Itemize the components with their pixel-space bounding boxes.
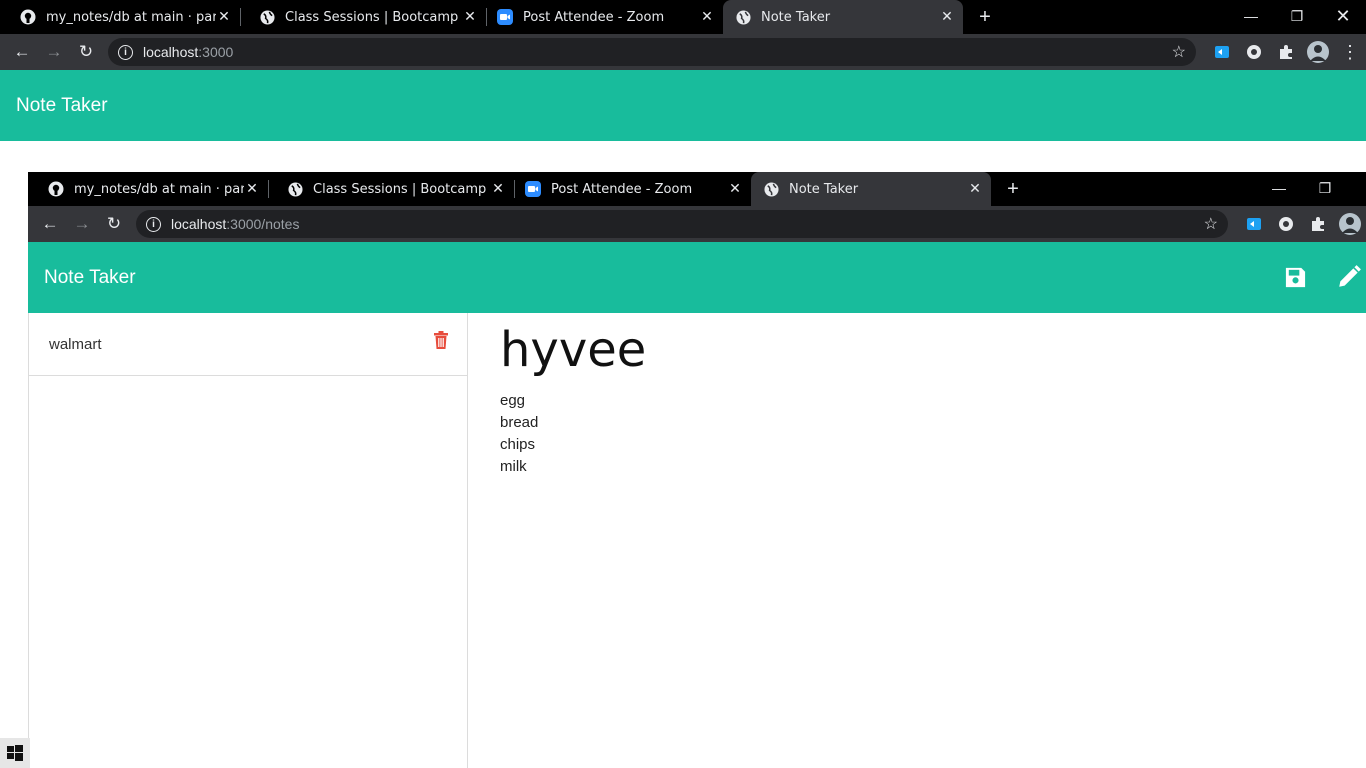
close-tab-icon[interactable]: ✕ [244, 181, 260, 197]
note-editor: hyvee egg bread chips milk [500, 322, 1340, 478]
forward-icon[interactable]: → [66, 208, 98, 240]
minimize-icon[interactable]: — [1228, 0, 1274, 32]
back-icon[interactable]: ← [34, 208, 66, 240]
globe-icon [259, 9, 275, 25]
close-tab-icon[interactable]: ✕ [699, 9, 715, 25]
info-icon[interactable]: i [146, 216, 161, 232]
close-window-icon[interactable]: ✕ [1320, 0, 1366, 32]
globe-icon [735, 9, 751, 25]
github-icon [48, 181, 64, 197]
reload-icon[interactable]: ↻ [70, 36, 102, 68]
outer-tab-bootcamp[interactable]: Class Sessions | Bootcamp Spot ✕ [241, 0, 486, 34]
outer-tab-github[interactable]: my_notes/db at main · parth167/ ✕ [0, 0, 240, 34]
inner-tab-zoom[interactable]: Post Attendee - Zoom ✕ [515, 172, 751, 206]
avatar[interactable] [1302, 36, 1334, 68]
outer-tab-strip: my_notes/db at main · parth167/ ✕ Class … [0, 0, 1366, 34]
inner-tab-strip: my_notes/db at main · parth167/ ✕ Class … [28, 172, 1366, 206]
note-line: bread [500, 414, 539, 431]
extension-icon[interactable] [1238, 208, 1270, 240]
minimize-icon[interactable]: — [1256, 172, 1302, 204]
outer-tab-note-taker[interactable]: Note Taker ✕ [723, 0, 963, 34]
new-note-pencil-icon[interactable] [1336, 264, 1362, 295]
globe-icon [287, 181, 303, 197]
back-icon[interactable]: ← [6, 36, 38, 68]
tab-title: Class Sessions | Bootcamp Spot [285, 9, 462, 25]
bookmark-star-icon[interactable]: ☆ [1204, 214, 1218, 234]
close-tab-icon[interactable]: ✕ [727, 181, 743, 197]
zoom-icon [497, 9, 513, 25]
inner-tab-github[interactable]: my_notes/db at main · parth167/ ✕ [28, 172, 268, 206]
new-tab-button[interactable]: + [999, 175, 1027, 203]
inner-toolbar: ← → ↻ i localhost:3000/notes ☆ [28, 206, 1366, 242]
close-tab-icon[interactable]: ✕ [967, 181, 983, 197]
note-line: milk [500, 458, 527, 475]
globe-icon [763, 181, 779, 197]
save-note-icon[interactable] [1284, 266, 1307, 294]
tab-title: Class Sessions | Bootcamp Spot [313, 181, 490, 197]
outer-app-header: Note Taker [0, 70, 1366, 141]
note-list-title: walmart [49, 335, 102, 353]
url-host: localhost [171, 216, 227, 232]
url-path: :3000/notes [226, 216, 300, 232]
close-tab-icon[interactable]: ✕ [462, 9, 478, 25]
list-item[interactable]: walmart [29, 313, 467, 376]
url-host: localhost [143, 44, 199, 60]
new-tab-button[interactable]: + [971, 3, 999, 31]
extension-icon[interactable] [1238, 36, 1270, 68]
window-controls: — ❐ [1256, 172, 1348, 204]
puzzle-icon[interactable] [1270, 36, 1302, 68]
note-line: egg [500, 392, 526, 409]
window-controls: — ❐ ✕ [1228, 0, 1366, 32]
avatar[interactable] [1334, 208, 1366, 240]
outer-tab-zoom[interactable]: Post Attendee - Zoom ✕ [487, 0, 723, 34]
note-line: chips [500, 436, 536, 453]
tab-title: Note Taker [761, 9, 831, 25]
note-title-input[interactable]: hyvee [500, 322, 1340, 378]
tab-title: my_notes/db at main · parth167/ [46, 9, 216, 25]
inner-tab-bootcamp[interactable]: Class Sessions | Bootcamp Spot ✕ [269, 172, 514, 206]
restore-icon[interactable]: ❐ [1302, 172, 1348, 204]
bookmark-star-icon[interactable]: ☆ [1172, 42, 1186, 62]
address-bar[interactable]: i localhost:3000/notes ☆ [136, 210, 1228, 238]
url-path: :3000 [198, 44, 234, 60]
notes-sidebar: walmart [28, 313, 468, 768]
info-icon[interactable]: i [118, 44, 133, 60]
tab-title: Post Attendee - Zoom [551, 181, 693, 197]
extension-icon[interactable] [1270, 208, 1302, 240]
close-tab-icon[interactable]: ✕ [939, 9, 955, 25]
note-text-area[interactable]: egg bread chips milk [500, 390, 1340, 478]
reload-icon[interactable]: ↻ [98, 208, 130, 240]
windows-start-icon[interactable] [0, 738, 30, 768]
tab-title: Note Taker [789, 181, 859, 197]
restore-icon[interactable]: ❐ [1274, 0, 1320, 32]
puzzle-icon[interactable] [1302, 208, 1334, 240]
menu-icon[interactable]: ⋮ [1334, 36, 1366, 68]
address-bar[interactable]: i localhost:3000 ☆ [108, 38, 1196, 66]
delete-note-trash-icon[interactable] [433, 331, 449, 353]
app-title[interactable]: Note Taker [44, 267, 136, 289]
inner-app-header: Note Taker [28, 242, 1366, 313]
close-tab-icon[interactable]: ✕ [490, 181, 506, 197]
close-tab-icon[interactable]: ✕ [216, 9, 232, 25]
outer-toolbar: ← → ↻ i localhost:3000 ☆ ⋮ [0, 34, 1366, 70]
tab-title: my_notes/db at main · parth167/ [74, 181, 244, 197]
zoom-icon [525, 181, 541, 197]
app-title[interactable]: Note Taker [16, 95, 108, 117]
extension-icon[interactable] [1206, 36, 1238, 68]
github-icon [20, 9, 36, 25]
inner-tab-note-taker[interactable]: Note Taker ✕ [751, 172, 991, 206]
forward-icon[interactable]: → [38, 36, 70, 68]
tab-title: Post Attendee - Zoom [523, 9, 665, 25]
